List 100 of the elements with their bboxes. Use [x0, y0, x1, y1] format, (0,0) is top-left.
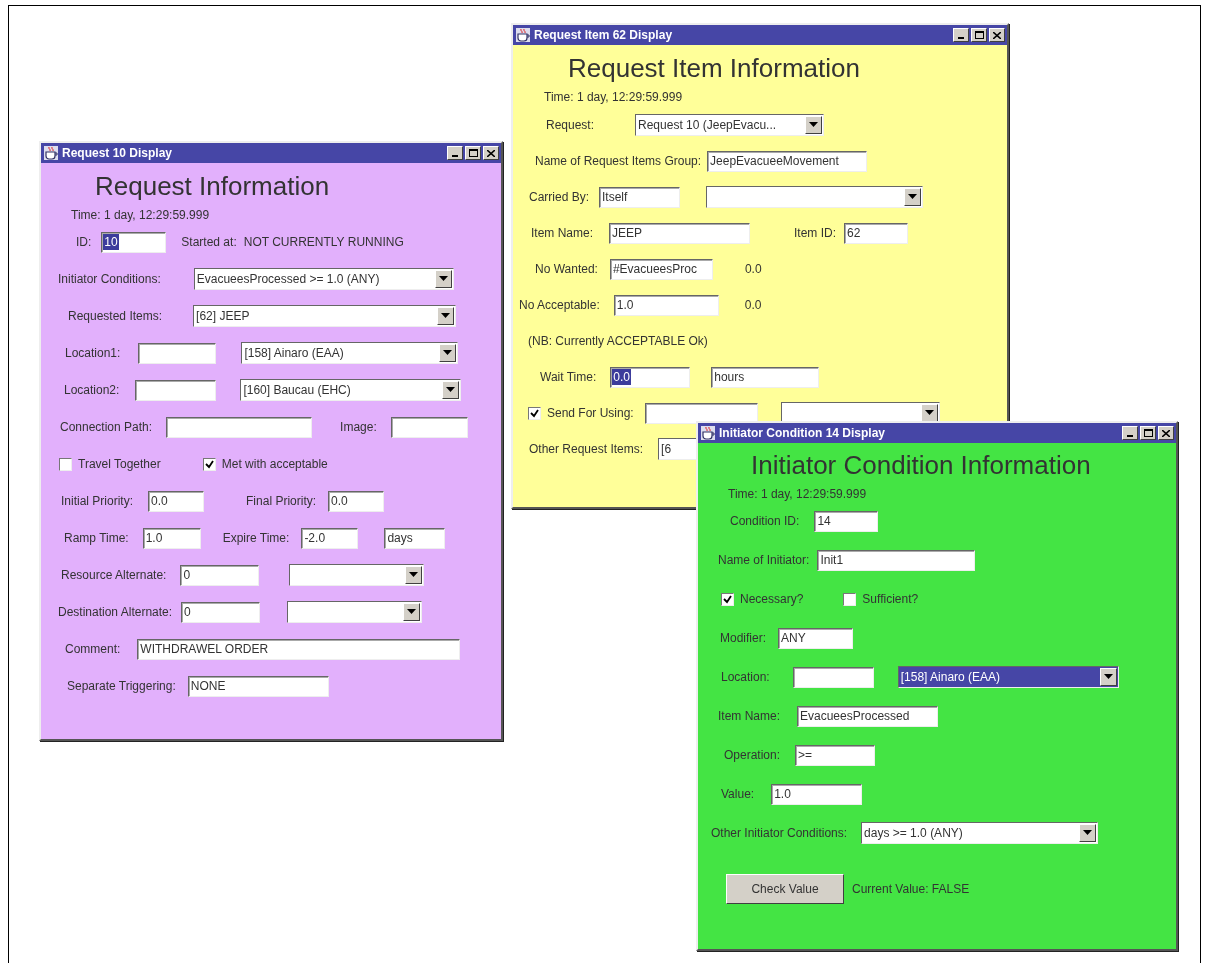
text-field[interactable]	[166, 416, 313, 438]
field-label: Request:	[546, 118, 595, 132]
dropdown[interactable]: EvacueesProcessed >= 1.0 (ANY)	[193, 268, 454, 290]
close-button[interactable]	[1158, 426, 1174, 440]
timestamp-text: Time: 1 day, 12:29:59.999	[543, 90, 684, 104]
text-field[interactable]	[644, 402, 758, 424]
check-icon	[530, 408, 539, 418]
info-text: Current Value: FALSE	[852, 882, 970, 896]
maximize-icon	[974, 31, 984, 39]
text-field[interactable]: 0.0	[148, 490, 205, 512]
text-field[interactable]: 0	[181, 601, 261, 623]
field-label: No Wanted:	[535, 262, 598, 276]
close-button[interactable]	[989, 28, 1005, 42]
dropdown[interactable]	[780, 402, 940, 424]
text-field[interactable]	[138, 342, 217, 364]
minimize-button[interactable]	[953, 28, 969, 42]
dropdown-arrow-icon	[809, 122, 819, 128]
dropdown[interactable]: [158] Ainaro (EAA)	[241, 342, 459, 364]
dropdown[interactable]	[287, 601, 423, 623]
field-label: Other Request Items:	[529, 442, 644, 456]
dropdown[interactable]	[706, 186, 924, 208]
dropdown-arrow-icon	[438, 276, 448, 282]
text-field[interactable]: 1.0	[771, 783, 863, 805]
text-field[interactable]: 0.0	[610, 366, 691, 388]
text-field[interactable]: JeepEvacueeMovement	[707, 150, 868, 172]
field-label: Item Name:	[531, 226, 593, 240]
close-icon	[993, 31, 1001, 39]
text-field[interactable]: 1.0	[613, 294, 719, 316]
minimize-icon	[1127, 435, 1133, 437]
field-label: Resource Alternate:	[61, 568, 167, 582]
text-field[interactable]: WITHDRAWEL ORDER	[137, 638, 461, 660]
minimize-button[interactable]	[1122, 426, 1138, 440]
field-label: Name of Initiator:	[718, 553, 810, 567]
checkbox[interactable]: Travel Together	[59, 457, 161, 471]
text-field[interactable]: 62	[844, 222, 909, 244]
field-label: Image:	[340, 420, 377, 434]
field-label: Initiator Conditions:	[58, 272, 161, 286]
dropdown-arrow-icon	[441, 313, 451, 319]
window-title: Request 10 Display	[62, 146, 173, 160]
checkbox[interactable]: Sufficient?	[843, 592, 919, 606]
text-field[interactable]: -2.0	[301, 527, 359, 549]
form-heading: Initiator Condition Information	[750, 450, 1092, 480]
form-heading: Request Item Information	[567, 53, 861, 83]
maximize-button[interactable]	[1140, 426, 1156, 440]
dropdown[interactable]: [160] Baucau (EHC)	[240, 379, 462, 401]
checkbox[interactable]: Necessary?	[721, 592, 804, 606]
field-label: Condition ID:	[730, 514, 800, 528]
field-label: Location:	[721, 670, 770, 684]
action-button[interactable]: Check Value	[726, 874, 844, 904]
text-field[interactable]: Itself	[599, 186, 681, 208]
maximize-button[interactable]	[971, 28, 987, 42]
minimize-icon	[958, 37, 964, 39]
field-label: Item ID:	[794, 226, 837, 240]
maximize-icon	[1143, 429, 1153, 437]
field-label: Started at:	[181, 235, 237, 249]
text-field[interactable]: 0	[180, 564, 260, 586]
text-field[interactable]: days	[384, 527, 446, 549]
close-icon	[1162, 429, 1170, 437]
dropdown-arrow-icon	[924, 410, 934, 416]
window-title: Request Item 62 Display	[534, 28, 673, 42]
dropdown[interactable]: Request 10 (JeepEvacu...	[635, 114, 825, 136]
text-field[interactable]: Init1	[817, 549, 976, 571]
text-field[interactable]: 0.0	[328, 490, 385, 512]
cup-icon	[700, 425, 716, 441]
field-label: Location1:	[65, 346, 121, 360]
text-field[interactable]: #EvacueesProc	[609, 258, 713, 280]
text-field[interactable]: NONE	[187, 675, 329, 697]
text-field[interactable]: >=	[795, 744, 876, 766]
text-field[interactable]: ANY	[778, 627, 853, 649]
text-field[interactable]	[135, 379, 217, 401]
maximize-button[interactable]	[465, 146, 481, 160]
dropdown[interactable]: days >= 1.0 (ANY)	[861, 822, 1099, 844]
text-field[interactable]: JEEP	[609, 222, 750, 244]
info-text: (NB: Currently ACCEPTABLE Ok)	[528, 334, 708, 348]
field-label: Carried By:	[529, 190, 590, 204]
timestamp-text: Time: 1 day, 12:29:59.999	[70, 208, 211, 222]
field-label: ID:	[76, 235, 92, 249]
form-heading: Request Information	[94, 171, 331, 201]
text-field[interactable]: 1.0	[142, 527, 201, 549]
dropdown[interactable]: [62] JEEP	[193, 305, 457, 327]
close-button[interactable]	[483, 146, 499, 160]
text-field[interactable]	[792, 666, 874, 688]
checkbox[interactable]: Send For Using:	[528, 406, 634, 420]
checkbox[interactable]: Met with acceptable	[202, 457, 328, 471]
field-label: Name of Request Items Group:	[535, 154, 702, 168]
dropdown[interactable]: [158] Ainaro (EAA)	[897, 666, 1119, 688]
field-label: Expire Time:	[222, 531, 290, 545]
dropdown[interactable]	[289, 564, 425, 586]
text-field[interactable]: 10	[101, 231, 167, 253]
info-text: NOT CURRENTLY RUNNING	[243, 235, 404, 249]
text-field[interactable]: EvacueesProcessed	[797, 705, 938, 727]
field-label: Requested Items:	[68, 309, 163, 323]
minimize-button[interactable]	[447, 146, 463, 160]
text-field[interactable]: hours	[711, 366, 820, 388]
text-field[interactable]	[390, 416, 468, 438]
info-text: 0.0	[744, 262, 762, 276]
text-field[interactable]: 14	[814, 510, 879, 532]
field-label: No Acceptable:	[519, 298, 600, 312]
field-label: Destination Alternate:	[58, 605, 173, 619]
cup-icon	[515, 27, 531, 43]
